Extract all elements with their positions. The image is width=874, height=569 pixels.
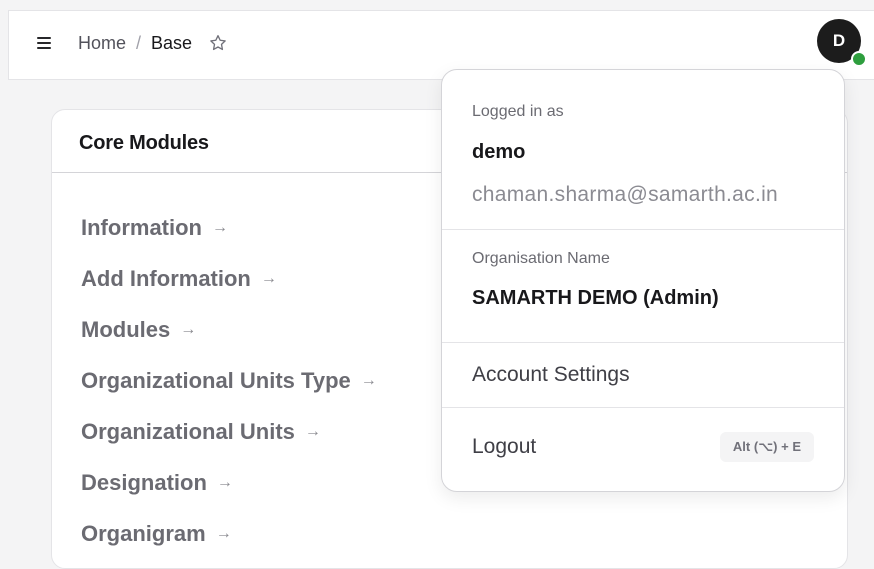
arrow-right-icon: → [216,473,233,491]
module-list: Information → Add Information → Modules → Orga… [81,202,377,559]
breadcrumb-home-link[interactable]: Home [78,33,126,54]
breadcrumb-current: Base [151,32,193,53]
arrow-right-icon: → [212,218,228,236]
breadcrumb-separator: / [136,32,142,53]
module-link[interactable]: Modules → [81,304,377,355]
user-menu-dropdown: Logged in as demo chaman.sharma@samarth.… [441,69,845,492]
module-label: Organizational Units Type [81,367,351,393]
module-link[interactable]: Organigram → [81,508,377,559]
star-icon[interactable] [208,33,228,53]
username: demo [472,141,526,163]
logged-in-label: Logged in as [472,103,564,120]
online-status-dot [851,51,867,67]
account-settings-label: Account Settings [472,363,630,386]
module-label: Information [81,214,202,240]
module-link[interactable]: Organizational Units → [81,406,377,457]
module-link[interactable]: Designation → [81,457,377,508]
module-link[interactable]: Information → [81,202,377,253]
module-label: Modules [81,316,171,342]
arrow-right-icon: → [304,422,321,440]
user-email: chaman.sharma@samarth.ac.in [472,183,779,206]
logout-shortcut-badge: Alt (⌥) + E [719,432,814,462]
logout-item[interactable]: Logout Alt (⌥) + E [442,408,844,486]
card-title: Core Modules [79,132,209,154]
module-label: Organizational Units [81,418,295,444]
arrow-right-icon: → [180,320,197,338]
breadcrumb: Home / Base [78,31,228,55]
org-label: Organisation Name [472,250,610,267]
arrow-right-icon: → [215,524,232,542]
menu-divider [442,229,844,230]
arrow-right-icon: → [260,269,277,287]
logout-label: Logout [472,435,537,458]
module-link[interactable]: Add Information → [81,253,377,304]
module-label: Organigram [81,520,206,546]
account-settings-item[interactable]: Account Settings [442,343,844,407]
module-label: Designation [81,469,207,495]
module-link[interactable]: Organizational Units Type → [81,355,377,406]
menu-icon[interactable] [37,37,51,49]
module-label: Add Information [81,265,251,291]
org-name: SAMARTH DEMO (Admin) [472,287,719,309]
arrow-right-icon: → [360,371,377,389]
